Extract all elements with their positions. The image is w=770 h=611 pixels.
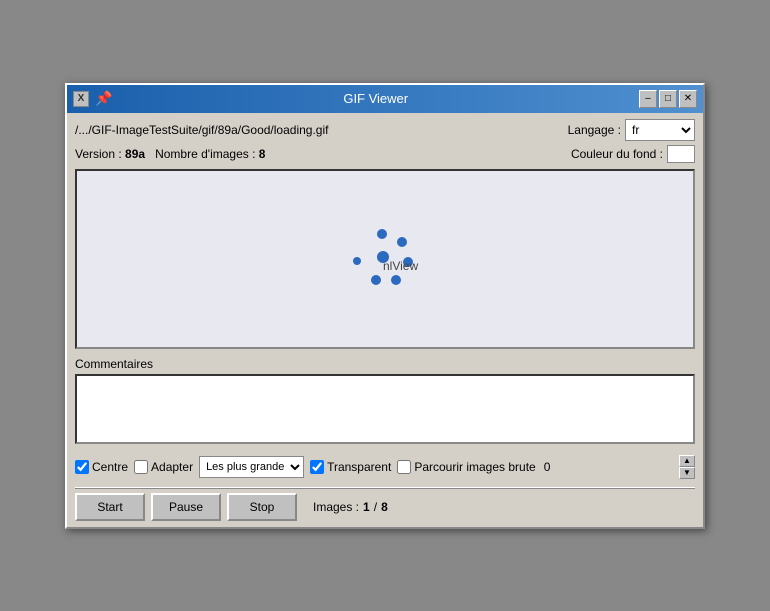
stop-button[interactable]: Stop	[227, 493, 297, 521]
size-dropdown[interactable]: Les plus grande Taille réelle Adapter	[199, 456, 304, 478]
comments-section: Commentaires	[75, 357, 695, 447]
dot-4	[391, 275, 401, 285]
button-row: Start Pause Stop Images : 1 / 8	[75, 493, 695, 521]
path-row: /.../GIF-ImageTestSuite/gif/89a/Good/loa…	[75, 119, 695, 141]
transparent-checkbox-group: Transparent	[310, 460, 391, 474]
title-bar: X 📌 GIF Viewer – □ ✕	[67, 85, 703, 113]
title-bar-left: X 📌	[73, 90, 112, 107]
start-button[interactable]: Start	[75, 493, 145, 521]
dot-2	[397, 237, 407, 247]
dot-6	[353, 257, 361, 265]
dot-1	[377, 229, 387, 239]
current-image: 1	[363, 500, 370, 514]
nb-images-value: 8	[259, 147, 266, 161]
minimize-button[interactable]: –	[639, 90, 657, 108]
viewer-label: nlView	[383, 259, 418, 273]
window-title: GIF Viewer	[112, 91, 639, 106]
comments-label: Commentaires	[75, 357, 695, 371]
adapter-label[interactable]: Adapter	[151, 460, 193, 474]
brute-checkbox-group: Parcourir images brute	[397, 460, 535, 474]
file-path: /.../GIF-ImageTestSuite/gif/89a/Good/loa…	[75, 123, 328, 137]
images-info: Images : 1 / 8	[313, 500, 388, 514]
content-area: /.../GIF-ImageTestSuite/gif/89a/Good/loa…	[67, 113, 703, 527]
adapter-checkbox-group: Adapter	[134, 460, 193, 474]
title-bar-controls: – □ ✕	[639, 90, 697, 108]
spinner-down[interactable]: ▼	[679, 467, 695, 479]
pause-button[interactable]: Pause	[151, 493, 221, 521]
images-label: Images :	[313, 500, 359, 514]
transparent-checkbox[interactable]	[310, 460, 324, 474]
brute-label[interactable]: Parcourir images brute	[414, 460, 535, 474]
lang-label: Langage :	[568, 123, 621, 137]
info-row: Version : 89a Nombre d'images : 8 Couleu…	[75, 145, 695, 163]
close-button[interactable]: ✕	[679, 90, 697, 108]
options-row: Centre Adapter Les plus grande Taille ré…	[75, 455, 695, 479]
pin-icon[interactable]: 📌	[95, 90, 112, 107]
bg-color-label: Couleur du fond :	[571, 147, 663, 161]
centre-checkbox[interactable]	[75, 460, 89, 474]
centre-label[interactable]: Centre	[92, 460, 128, 474]
centre-checkbox-group: Centre	[75, 460, 128, 474]
language-row: Langage : fr en de es	[568, 119, 695, 141]
transparent-label[interactable]: Transparent	[327, 460, 391, 474]
separator-slash: /	[374, 500, 377, 514]
comments-textarea[interactable]	[75, 374, 695, 444]
maximize-button[interactable]: □	[659, 90, 677, 108]
app-icon: X	[73, 91, 89, 107]
brute-checkbox[interactable]	[397, 460, 411, 474]
app-window: X 📌 GIF Viewer – □ ✕ /.../GIF-ImageTestS…	[65, 83, 705, 529]
language-select[interactable]: fr en de es	[625, 119, 695, 141]
spinner-area: ▲ ▼	[679, 455, 695, 479]
bg-color-picker[interactable]	[667, 145, 695, 163]
total-images: 8	[381, 500, 388, 514]
dot-5	[371, 275, 381, 285]
brute-count: 0	[544, 460, 551, 474]
separator	[75, 487, 695, 489]
version-info: Version : 89a Nombre d'images : 8	[75, 147, 265, 161]
version-value: 89a	[125, 147, 145, 161]
spinner-up[interactable]: ▲	[679, 455, 695, 467]
bg-color-row: Couleur du fond :	[571, 145, 695, 163]
gif-viewer: nlView	[75, 169, 695, 349]
adapter-checkbox[interactable]	[134, 460, 148, 474]
